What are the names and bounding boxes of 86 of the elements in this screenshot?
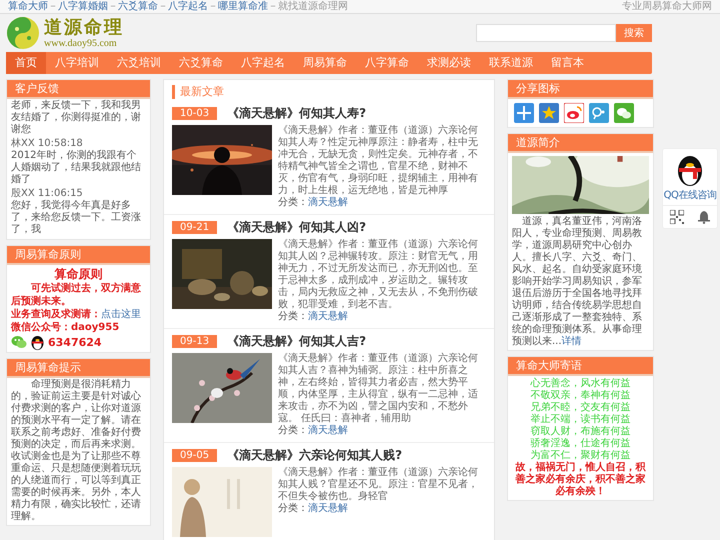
details-link[interactable]: 详情 [562,336,582,347]
date-badge: 09-05 [172,449,218,462]
panel-title: 周易算命提示 [7,359,150,378]
top-slogan: 就找道源命理网 [278,1,348,12]
nav-item[interactable]: 求测必读 [418,52,480,74]
logo-url: www.daoy95.com [44,38,118,48]
separator: － [268,1,278,12]
motto-line: 窃取人财，布施有何益 [530,426,632,438]
contact-text: 业务查询及求测请：点击这里 [11,308,142,321]
article-summary: 《滴天悬解》作者：董亚伟（道源）六亲论何知其人贱？官星还不见。原注：官星不见者，不但失令被伤也。身轻官 [278,467,479,502]
feedback-text: 老师，来反馈一下，我和我男友结婚了，你测得挺准的，谢谢您 [11,100,142,136]
article-title[interactable]: 《滴天悬解》何知其人寿? [227,105,366,122]
category-link[interactable]: 滴天悬解 [308,503,348,514]
date-badge: 09-21 [172,221,218,234]
nav-item[interactable]: 八字起名 [232,52,294,74]
tagline: 专业周易算命大师网 [622,0,712,13]
nav-item[interactable]: 留言本 [542,52,593,74]
category-link[interactable]: 滴天悬解 [308,197,348,208]
motto-line: 举止不端，读书有何益 [530,414,632,426]
separator: － [208,1,218,12]
panel-title: 算命大师寄语 [508,357,653,376]
feedback-text: 2012年时，你测的我跟有个人婚姻动了，结果我就跟他结婚了 [11,150,142,186]
top-link[interactable]: 算命大师 [8,1,48,12]
top-link[interactable]: 六爻算命 [118,1,158,12]
motto-line: 兄弟不睦，交友有何益 [530,402,632,414]
nav-item[interactable]: 八字培训 [46,52,108,74]
nav-item[interactable]: 六爻培训 [108,52,170,74]
top-link[interactable]: 哪里算命准 [218,1,268,12]
article-title[interactable]: 《滴天悬解》何知其人吉? [227,333,366,350]
motto-line: 心无善念，风水有何益 [529,378,632,390]
category-label: 分类： [278,503,308,514]
wechat-icon [11,334,27,350]
category-link[interactable]: 滴天悬解 [308,425,348,436]
tencent-weibo-icon[interactable] [589,103,609,123]
panel-title: 分享图标 [508,80,653,99]
penguin-icon [30,334,45,350]
intro-text: 道源，真名董亚伟，河南洛阳人，专业命理预测、周易教学，道源周易研究中心创办人。擅长八字、六爻、奇门、风水、起名。自幼受家庭环境影响开始学习周易知识，参军退伍后游历于全国各地寻找拜访明师，结合传统易学思想自己逐渐形成了一整套独特、系统的命理预测体系。从事命理预测以来...详情 [511,216,643,349]
search-field[interactable] [476,24,616,42]
nav-item[interactable]: 周易算命 [294,52,356,74]
top-link[interactable]: 八字起名 [168,1,208,12]
separator: － [158,1,168,12]
article-title[interactable]: 《滴天悬解》何知其人凶? [227,219,366,236]
bell-icon[interactable] [698,210,710,224]
feedback-author: 殷XX 11:06:15 [11,188,84,200]
wechat-icon[interactable] [614,103,634,123]
category-label: 分类： [278,425,308,436]
wechat-account: 微信公众号：daoy955 [11,321,120,334]
penguin-icon[interactable] [675,153,705,187]
nav-item[interactable]: 联系道源 [480,52,542,74]
logo-name: 道源命理 [44,18,124,38]
qq-consult-link[interactable]: QQ在线咨询 [664,188,716,202]
category-label: 分类： [278,311,308,322]
article-title[interactable]: 《滴天悬解》六亲论何知其人贱? [227,447,402,464]
qq-number: 6347624 [48,336,102,348]
contact-link[interactable]: 点击这里 [101,309,141,320]
section-title: 最新文章 [172,85,486,99]
logo-icon [6,16,40,50]
weibo-icon[interactable] [564,103,584,123]
category-label: 分类： [278,197,308,208]
separator: － [48,1,58,12]
tips-text: 命理预测是很消耗精力的，验证前运主要是针对诚心付费求测的客户，让你对道源的预测水平有一定了解。请在联系之前考虑好、准备好付费预测的决定，而后再来求测。收试测金也是为了让那些不尊重命运、只是想随便测着玩玩的人绕道而行，可以等到真正需要的时候再来。另外，本人精力有限，确实比较忙，还请理解。 [10,378,142,524]
feedback-author: 林XX 10:58:18 [11,138,84,150]
motto-line: 为富不仁，聚财有何益 [530,450,632,461]
top-link[interactable]: 八字算婚姻 [58,1,108,12]
nav-item[interactable]: 六爻算命 [170,52,232,74]
date-badge: 09-13 [172,335,218,348]
motto-closing: 故，福祸无门，惟人自召，积善之家必有余庆，积不善之家必有余殃！ [514,462,647,498]
article-summary: 《滴天悬解》作者：董亚伟（道源）六亲论何知其人凶？忌神辗转攻。原注：财官无气，用神无力，不过无所发达而已，亦无刑凶也。至于忌神太多，成刑成冲，岁运助之。辗转攻击，局内无救应之神，又无去从，不免刑伤破败，犯罪受难，到老不吉。 [278,239,479,310]
article-summary: 《滴天悬解》作者：董亚伟（道源）六亲论何知其人吉？喜神为辅弼。原注：柱中所喜之神，左右终始，皆得其力者必吉，然大势平顺，内体坚厚，主从得宜，纵有一二忌神，适来攻击，亦不为凶，譬之国内安和，不愁外寇。 任氏曰：喜神者，辅用助 [278,353,479,424]
category-link[interactable]: 滴天悬解 [308,311,348,322]
nav-item[interactable]: 首页 [6,52,46,74]
search-button[interactable]: 搜索 [616,24,652,42]
feedback-text: 您好，我觉得今年真是好多了，来给您反馈一下。工资涨了，我 [11,200,142,236]
panel-title: 道源简介 [508,134,653,153]
motto-line: 不敬双亲，奉神有何益 [530,390,632,402]
panel-title: 周易算命原则 [7,246,150,265]
nav-item[interactable]: 八字算命 [356,52,418,74]
principle-text: 可先试测过去，双方满意后预测未来。 [11,282,142,308]
qr-code-icon[interactable] [670,210,684,224]
motto-line: 骄奢淫逸，仕途有何益 [530,438,632,450]
principle-heading: 算命原则 [54,267,104,282]
separator: － [108,1,118,12]
article-summary: 《滴天悬解》作者：董亚伟（道源）六亲论何知其人寿？性定元神厚原注：静者寿，柱中无冲无合，无缺无贪，则性定矣。元神存者，不特精气神气皆全之谓也，官星不绝，财神不灭，伤官有气，身弱印旺，提纲辅主，用神有力，时上生根，运无绝地，皆是元神厚 [278,125,479,196]
plus-icon[interactable] [514,103,534,123]
date-badge: 10-03 [172,107,218,120]
panel-title: 客户反馈 [7,80,150,99]
